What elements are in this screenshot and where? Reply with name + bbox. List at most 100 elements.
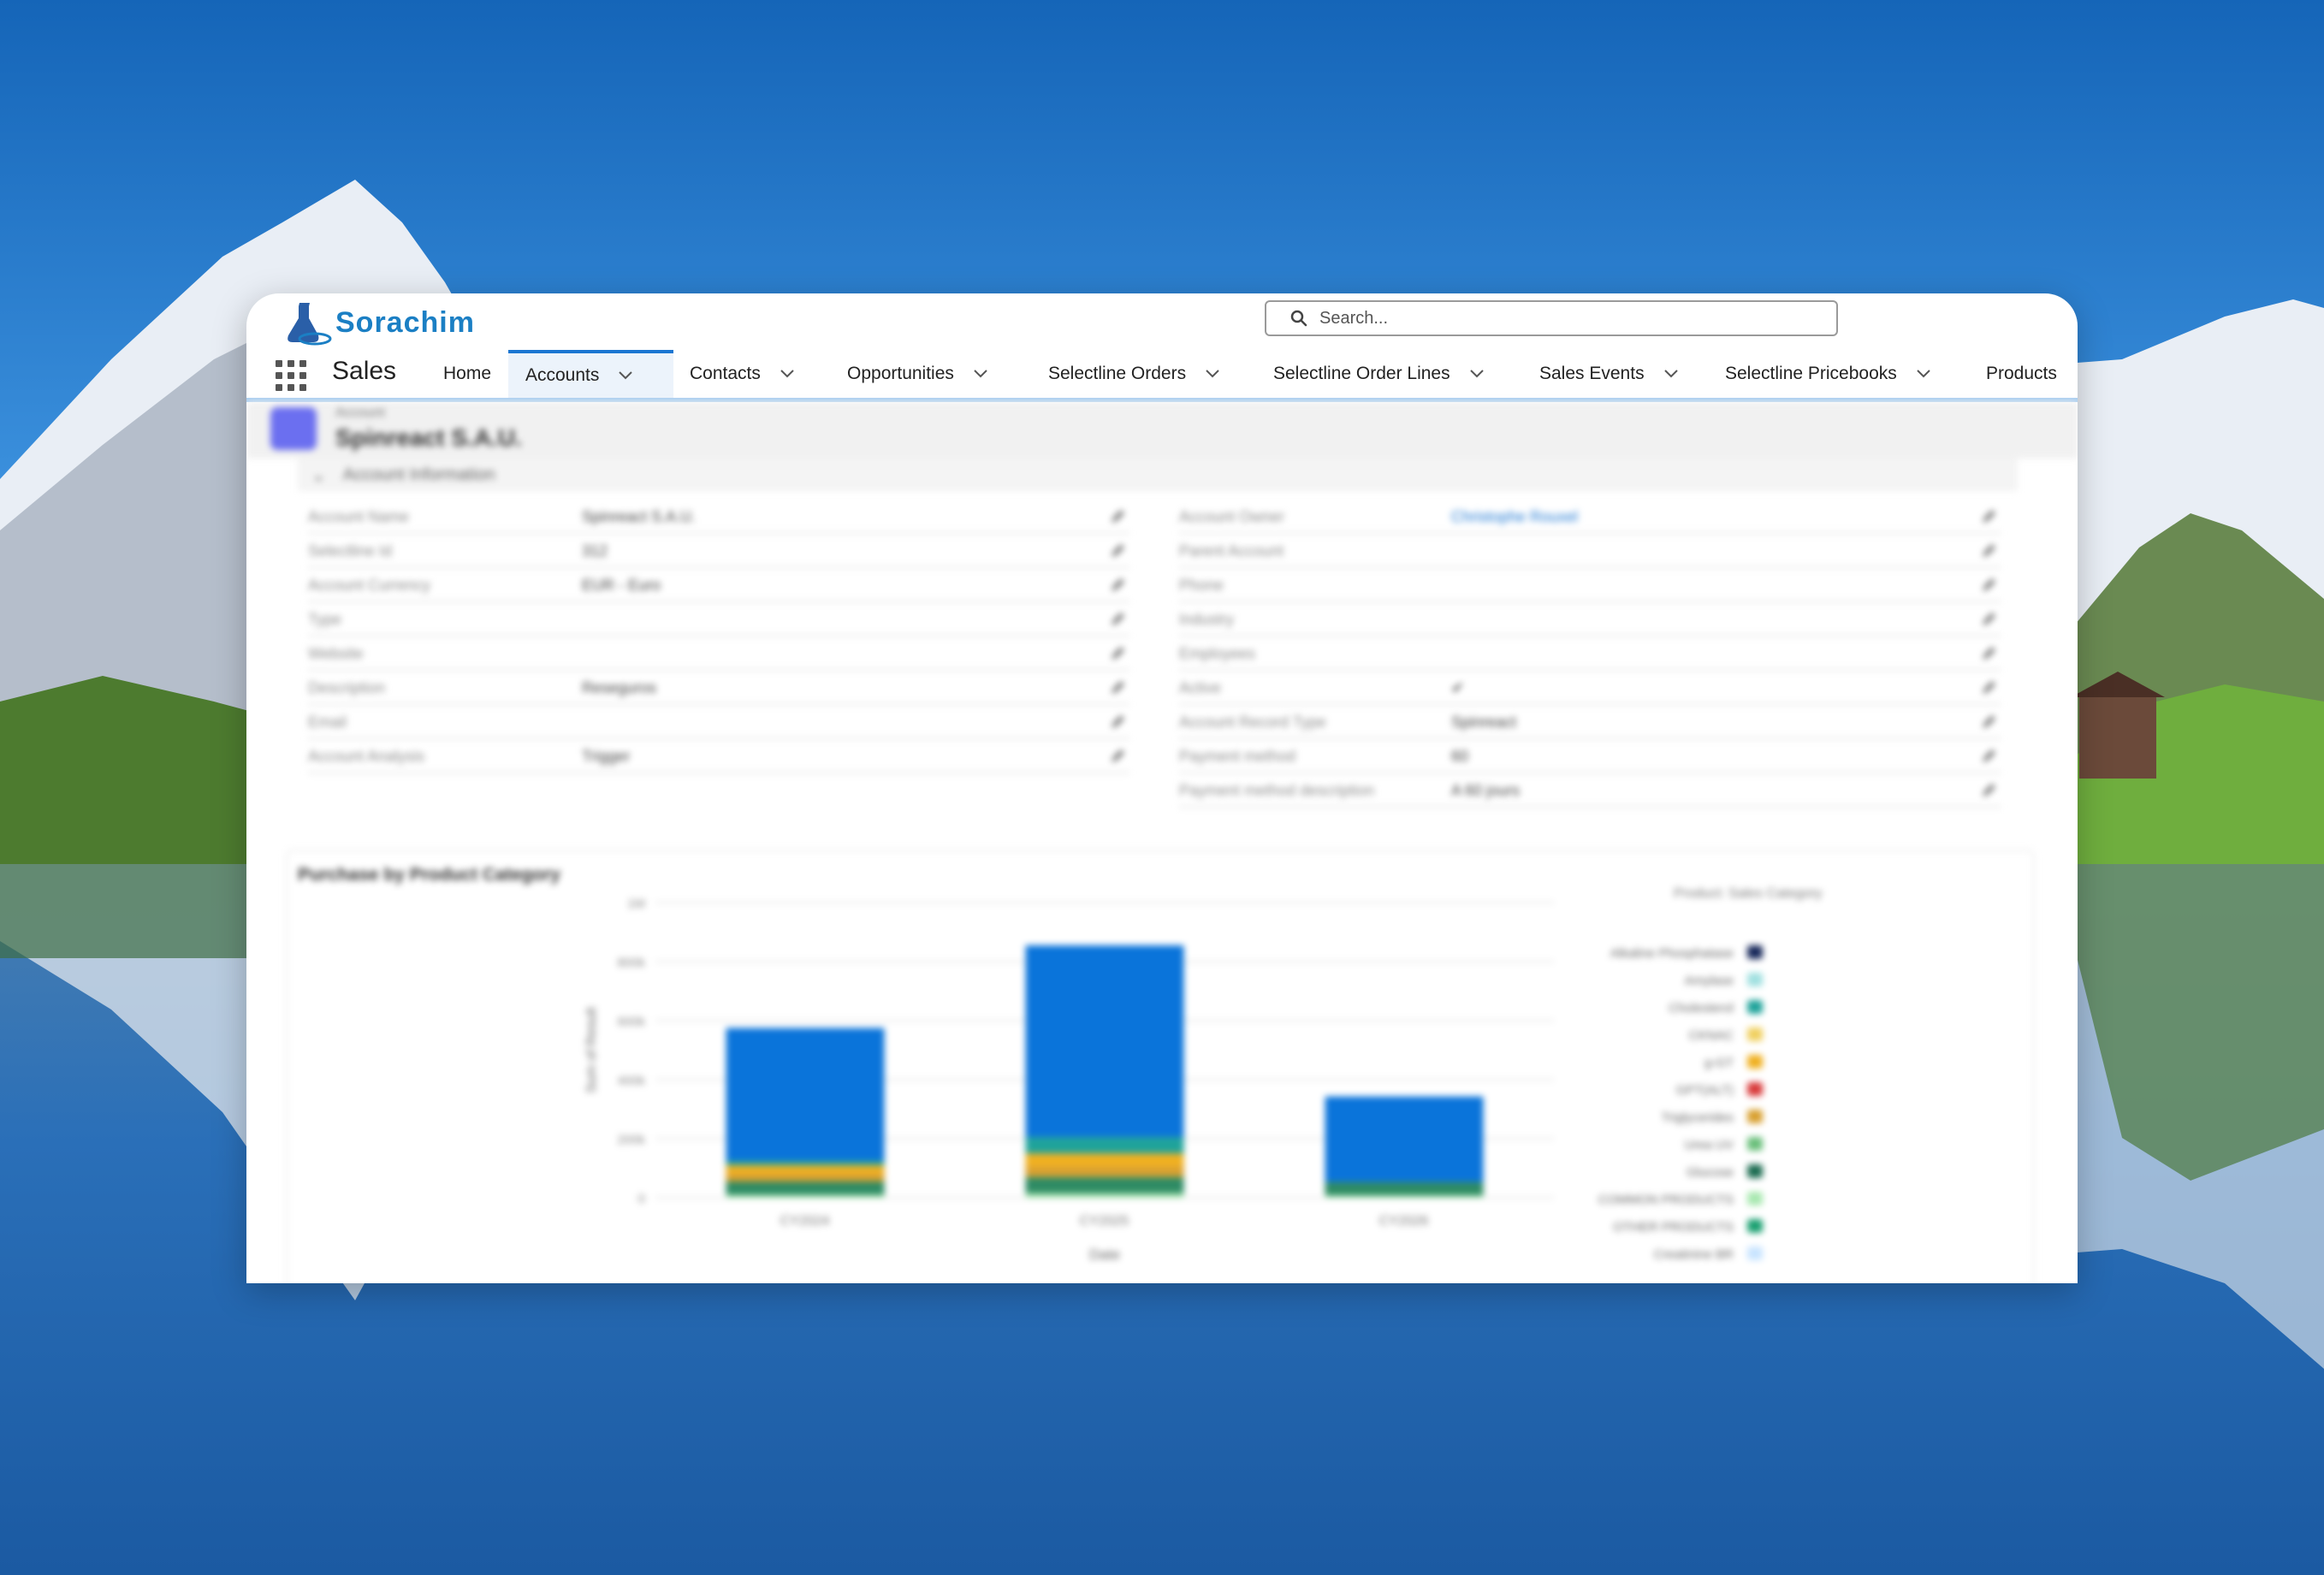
legend-label: Alkaline Phosphatase — [1610, 946, 1734, 961]
global-search[interactable] — [1265, 300, 1838, 336]
account-object-icon — [270, 407, 317, 450]
pencil-icon[interactable] — [1980, 782, 1997, 799]
tab-sales-events[interactable]: Sales Events — [1539, 350, 1679, 398]
field-row: Description Reseguros — [308, 672, 1129, 705]
pencil-icon[interactable] — [1980, 645, 1997, 662]
chevron-down-icon[interactable] — [780, 369, 795, 379]
field-row: Account Analysis Trigger — [308, 741, 1129, 773]
tab-selectline-orders[interactable]: Selectline Orders — [1048, 350, 1220, 398]
tab-label: Selectline Order Lines — [1273, 364, 1450, 383]
field-label: Selectline Id — [308, 542, 393, 560]
legend-label: COMMON PRODUCTS — [1598, 1193, 1734, 1207]
field-row: Active ✔ — [1179, 672, 2001, 705]
field-value: EUR - Euro — [582, 577, 661, 594]
field-row: Parent Account — [1179, 536, 2001, 568]
tab-selectline-pricebooks[interactable]: Selectline Pricebooks — [1725, 350, 1931, 398]
field-row: Payment method 60 — [1179, 741, 2001, 773]
pencil-icon[interactable] — [1109, 542, 1126, 560]
legend-swatch — [1747, 973, 1763, 986]
legend-label: OTHER PRODUCTS — [1613, 1220, 1734, 1235]
bar-segment — [1325, 1195, 1484, 1198]
bar-segment — [726, 1165, 885, 1175]
tab-label: Selectline Pricebooks — [1725, 364, 1897, 383]
pencil-icon[interactable] — [1980, 748, 1997, 765]
legend-swatch — [1747, 945, 1763, 959]
pencil-icon[interactable] — [1109, 679, 1126, 696]
pencil-icon[interactable] — [1109, 748, 1126, 765]
legend-label: Amylase — [1684, 974, 1734, 988]
field-label: Payment method description — [1179, 782, 1375, 799]
field-label: Account Owner — [1179, 508, 1285, 525]
pencil-icon[interactable] — [1109, 713, 1126, 731]
field-row: Employees — [1179, 638, 2001, 671]
pencil-icon[interactable] — [1109, 508, 1126, 525]
field-value: Spinreact S.A.U. — [582, 508, 697, 525]
tab-label: Sales Events — [1539, 364, 1645, 383]
pencil-icon[interactable] — [1109, 611, 1126, 628]
pencil-icon[interactable] — [1980, 577, 1997, 594]
chevron-down-icon[interactable] — [973, 369, 988, 379]
legend-label: GPT(ALT) — [1676, 1083, 1734, 1098]
logo-text: Sorachim — [335, 305, 475, 339]
field-value: Spinreact — [1451, 713, 1517, 731]
pencil-icon[interactable] — [1980, 508, 1997, 525]
tab-label: Home — [443, 364, 492, 383]
y-tick-label: 600k — [617, 1015, 645, 1029]
field-value: ✔ — [1451, 679, 1465, 696]
bar-segment — [1025, 1153, 1184, 1167]
legend-swatch — [1747, 1164, 1763, 1178]
section-header-account-information[interactable]: ⌄ Account Information — [298, 459, 2018, 491]
tab-accounts[interactable]: Accounts — [508, 350, 673, 398]
field-row: Selectline Id 312 — [308, 536, 1129, 568]
field-row: Type — [308, 604, 1129, 637]
legend-swatch — [1747, 1027, 1763, 1041]
tab-selectline-order-lines[interactable]: Selectline Order Lines — [1273, 350, 1485, 398]
tab-contacts[interactable]: Contacts — [690, 350, 795, 398]
bar-segment — [726, 1194, 885, 1198]
chevron-down-icon[interactable] — [1663, 369, 1679, 379]
field-value: Christophe Rouxel — [1451, 508, 1579, 525]
app-launcher-icon[interactable] — [276, 360, 306, 391]
app-name: Sales — [332, 357, 397, 385]
search-input[interactable] — [1318, 307, 1800, 329]
chevron-down-icon[interactable] — [618, 370, 633, 381]
field-label: Account Analysis — [308, 748, 425, 765]
pencil-icon[interactable] — [1980, 542, 1997, 560]
bar-segment — [1025, 1137, 1184, 1154]
company-logo: Sorachim — [281, 297, 475, 348]
pencil-icon[interactable] — [1109, 645, 1126, 662]
x-tick-label: CY2024 — [780, 1214, 830, 1229]
chevron-down-icon[interactable] — [1469, 369, 1485, 379]
field-row: Industry — [1179, 604, 2001, 637]
bar-segment — [726, 1174, 885, 1182]
field-value: A 60 jours — [1451, 782, 1521, 799]
tab-label: Accounts — [525, 365, 600, 385]
pencil-icon[interactable] — [1980, 611, 1997, 628]
field-value: Trigger — [582, 748, 631, 765]
x-axis-label: Date — [1089, 1246, 1120, 1263]
field-label: Type — [308, 611, 342, 628]
field-row: Phone — [1179, 570, 2001, 602]
field-label: Email — [308, 713, 347, 731]
record-page-content: Account Spinreact S.A.U. ⌄ Account Infor… — [246, 402, 2078, 1283]
legend-title: Product: Sales Category — [1674, 886, 1822, 901]
tab-products[interactable]: Products — [1986, 350, 2057, 398]
chevron-down-icon[interactable] — [1916, 369, 1931, 379]
stacked-bar-chart: 0 200k 400k 600k 800k 1M Sum of Result CY2024 CY… — [584, 886, 1822, 1263]
flask-logo-icon — [288, 303, 332, 346]
chevron-down-icon: ⌄ — [311, 465, 326, 485]
tab-opportunities[interactable]: Opportunities — [847, 350, 988, 398]
tab-home[interactable]: Home — [443, 350, 491, 398]
y-tick-label: 200k — [617, 1133, 645, 1147]
chevron-down-icon[interactable] — [1205, 369, 1220, 379]
field-value: 60 — [1451, 748, 1469, 765]
search-icon — [1290, 310, 1307, 327]
tab-label: Opportunities — [847, 364, 954, 383]
pencil-icon[interactable] — [1980, 679, 1997, 696]
legend-swatch — [1747, 1219, 1763, 1233]
pencil-icon[interactable] — [1980, 713, 1997, 731]
pencil-icon[interactable] — [1109, 577, 1126, 594]
legend-swatch — [1747, 1110, 1763, 1123]
bar-segment — [726, 1181, 885, 1195]
legend-label: Triglycerides — [1662, 1110, 1734, 1125]
